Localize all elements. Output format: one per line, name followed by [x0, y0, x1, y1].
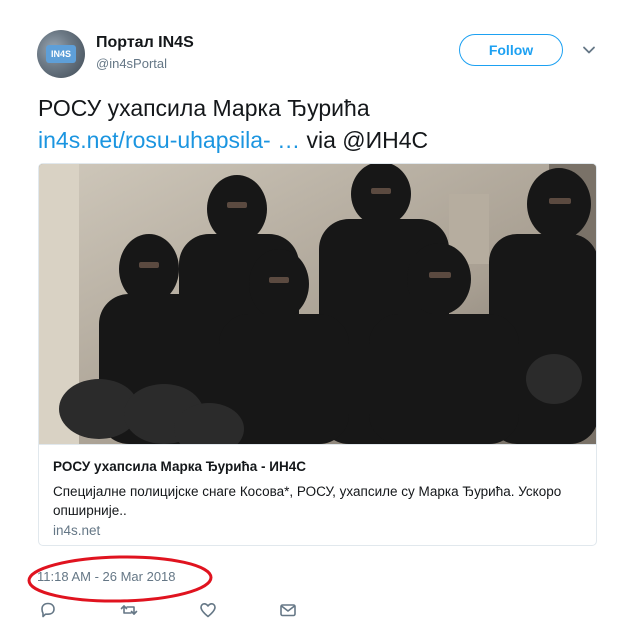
envelope-icon[interactable] — [278, 600, 298, 620]
chevron-down-icon[interactable] — [581, 42, 597, 58]
card-photo — [39, 164, 596, 444]
card-domain: in4s.net — [53, 523, 101, 538]
link-card[interactable]: РОСУ ухапсила Марка Ђурића - ИН4С Специј… — [38, 163, 597, 546]
avatar-logo: IN4S — [46, 45, 76, 63]
tweet-link[interactable]: in4s.net/rosu-uhapsila- … — [38, 127, 300, 153]
tweet-actions — [38, 600, 318, 620]
card-body[interactable]: РОСУ ухапсила Марка Ђурића - ИН4С Специј… — [39, 444, 596, 545]
tweet-header: IN4S Портал IN4S @in4sPortal Follow — [37, 30, 607, 80]
heart-icon[interactable] — [198, 600, 218, 620]
retweet-icon[interactable] — [119, 600, 139, 620]
author-handle[interactable]: @in4sPortal — [96, 56, 167, 71]
follow-button[interactable]: Follow — [459, 34, 563, 66]
highlight-circle — [27, 555, 213, 603]
tweet-text: РОСУ ухапсила Марка Ђурића in4s.net/rosu… — [38, 92, 598, 156]
author-name[interactable]: Портал IN4S — [96, 34, 194, 52]
avatar[interactable]: IN4S — [37, 30, 85, 78]
card-image[interactable] — [39, 164, 596, 444]
card-description: Специјалне полицијске снаге Косова*, РОС… — [53, 484, 562, 518]
tweet-text-main: РОСУ ухапсила Марка Ђурића — [38, 95, 370, 121]
card-title[interactable]: РОСУ ухапсила Марка Ђурића - ИН4С — [53, 459, 306, 474]
reply-icon[interactable] — [38, 600, 58, 620]
tweet-via: via @ИН4С — [300, 127, 429, 153]
